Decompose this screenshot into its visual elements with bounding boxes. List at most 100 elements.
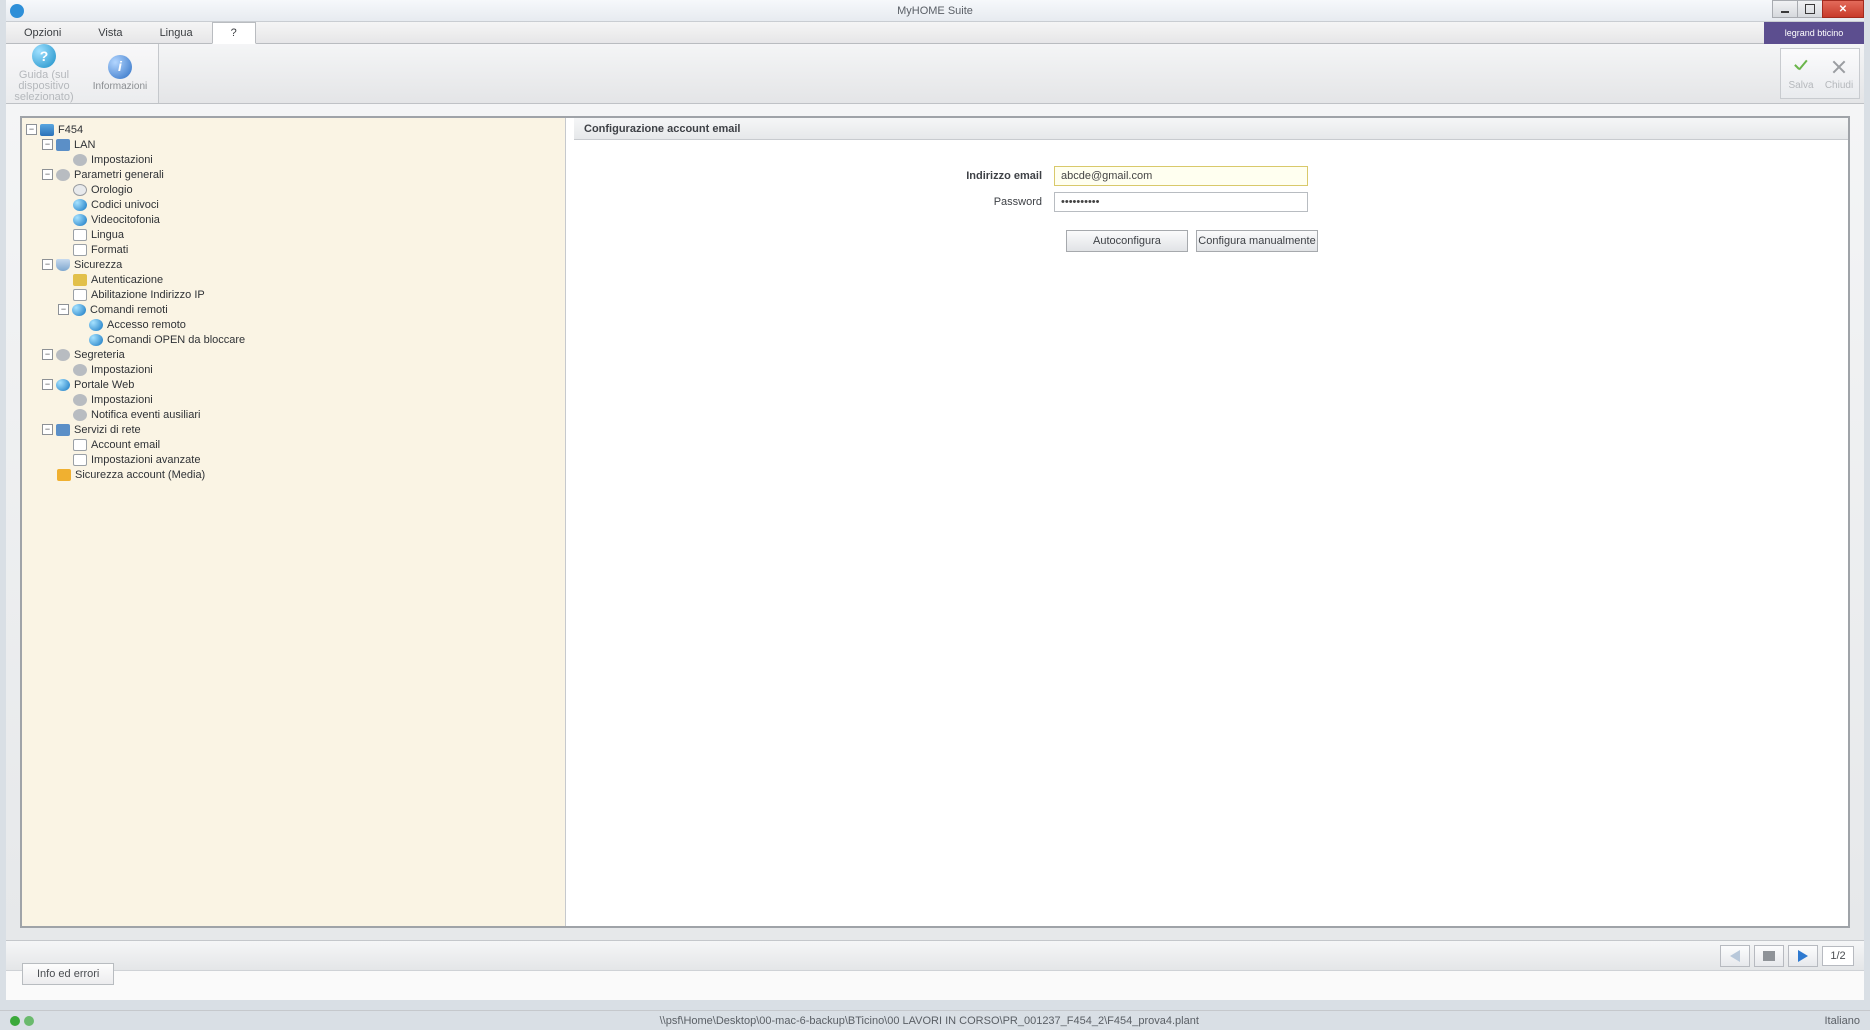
tree-item[interactable]: Orologio	[22, 182, 563, 197]
gear-icon	[73, 154, 87, 166]
tree-item-label: Segreteria	[74, 349, 125, 361]
collapse-icon[interactable]	[42, 424, 53, 435]
password-input[interactable]	[1054, 192, 1308, 212]
tree-item[interactable]: Impostazioni avanzate	[22, 452, 563, 467]
footer-nav: 1/2	[6, 940, 1864, 970]
lock-icon	[57, 469, 71, 481]
tree-item-label: Abilitazione Indirizzo IP	[91, 289, 205, 301]
tree-item[interactable]: Codici univoci	[22, 197, 563, 212]
tree-item[interactable]: Comandi OPEN da bloccare	[22, 332, 563, 347]
tree-item[interactable]: LAN	[22, 137, 563, 152]
navigation-tree[interactable]: F454 LAN Impostazioni Parametri generaliOro…	[22, 118, 566, 926]
collapse-icon[interactable]	[42, 259, 53, 270]
tree-item[interactable]: Account email	[22, 437, 563, 452]
globe-icon	[73, 199, 87, 211]
globe-icon	[72, 304, 86, 316]
gear-icon	[56, 349, 70, 361]
page-icon	[73, 244, 87, 256]
shield-icon	[56, 259, 70, 271]
email-label: Indirizzo email	[594, 170, 1054, 182]
tree-item[interactable]: Sicurezza account (Media)	[22, 467, 563, 482]
tree-item[interactable]: Formati	[22, 242, 563, 257]
tree-item[interactable]: Sicurezza	[22, 257, 563, 272]
form-header: Configurazione account email	[574, 118, 1848, 140]
close-button[interactable]: Chiudi	[1821, 51, 1857, 96]
page-indicator: 1/2	[1822, 946, 1854, 966]
tree-item-label: Accesso remoto	[107, 319, 186, 331]
close-window-button[interactable]	[1822, 0, 1864, 18]
menu-vista[interactable]: Vista	[80, 22, 141, 43]
tree-item-label: Comandi remoti	[90, 304, 168, 316]
tree-item[interactable]: Segreteria	[22, 347, 563, 362]
password-label: Password	[594, 196, 1054, 208]
tree-item-label: LAN	[74, 139, 95, 151]
tree-item[interactable]: Autenticazione	[22, 272, 563, 287]
gear-icon	[73, 394, 87, 406]
help-button[interactable]: Guida (suldispositivo selezionato)	[6, 44, 82, 103]
save-button[interactable]: Salva	[1783, 51, 1819, 96]
nav-back-button[interactable]	[1720, 945, 1750, 967]
status-dot2-icon	[24, 1016, 34, 1026]
tree-item[interactable]: Impostazioni	[22, 362, 563, 377]
collapse-icon[interactable]	[42, 349, 53, 360]
monitor-icon	[56, 139, 70, 151]
clock-icon	[73, 184, 87, 196]
tree-item[interactable]: Accesso remoto	[22, 317, 563, 332]
manual-configure-button[interactable]: Configura manualmente	[1196, 230, 1318, 252]
info-errors-tab[interactable]: Info ed errori	[22, 963, 114, 985]
form-panel: Configurazione account email Indirizzo e…	[574, 118, 1848, 926]
tree-item-label: Impostazioni	[91, 364, 153, 376]
ribbon-toolbar: Guida (suldispositivo selezionato) Infor…	[6, 44, 1864, 104]
menu-opzioni[interactable]: Opzioni	[6, 22, 80, 43]
menu-lingua[interactable]: Lingua	[142, 22, 212, 43]
info-icon	[108, 55, 132, 79]
collapse-icon[interactable]	[42, 379, 53, 390]
footer-tab-bar: Info ed errori	[6, 970, 1864, 1000]
globe-icon	[89, 319, 103, 331]
tree-item[interactable]: Impostazioni	[22, 392, 563, 407]
tree-item[interactable]: Lingua	[22, 227, 563, 242]
gear-icon	[73, 409, 87, 421]
globe-icon	[56, 379, 70, 391]
collapse-icon[interactable]	[26, 124, 37, 135]
tree-item[interactable]: Servizi di rete	[22, 422, 563, 437]
tree-item[interactable]: Impostazioni	[22, 152, 563, 167]
tree-item-label: Account email	[91, 439, 160, 451]
info-label: Informazioni	[93, 81, 147, 92]
tree-item-label: Lingua	[91, 229, 124, 241]
nav-home-button[interactable]	[1754, 945, 1784, 967]
window-title: MyHOME Suite	[6, 5, 1864, 17]
maximize-button[interactable]	[1797, 0, 1823, 18]
collapse-icon[interactable]	[42, 139, 53, 150]
info-button[interactable]: Informazioni	[82, 44, 158, 103]
menu-help[interactable]: ?	[212, 22, 256, 44]
tree-item[interactable]: F454	[22, 122, 563, 137]
tree-item-label: Impostazioni	[91, 154, 153, 166]
tree-item[interactable]: Portale Web	[22, 377, 563, 392]
gear-icon	[73, 364, 87, 376]
page-icon	[73, 454, 87, 466]
tree-item-label: Videocitofonia	[91, 214, 160, 226]
email-input[interactable]	[1054, 166, 1308, 186]
save-label: Salva	[1788, 80, 1813, 91]
tree-item[interactable]: Notifica eventi ausiliari	[22, 407, 563, 422]
tree-item[interactable]: Abilitazione Indirizzo IP	[22, 287, 563, 302]
tree-item[interactable]: Parametri generali	[22, 167, 563, 182]
status-path: \\psf\Home\Desktop\00-mac-6-backup\BTici…	[660, 1015, 1199, 1027]
close-icon	[1828, 56, 1850, 78]
status-language: Italiano	[1825, 1015, 1860, 1027]
minimize-button[interactable]	[1772, 0, 1798, 18]
tree-item[interactable]: Videocitofonia	[22, 212, 563, 227]
menu-bar: Opzioni Vista Lingua ? legrand bticino	[6, 22, 1864, 44]
nav-forward-button[interactable]	[1788, 945, 1818, 967]
title-bar: MyHOME Suite	[6, 0, 1864, 22]
collapse-icon[interactable]	[58, 304, 69, 315]
tree-item-label: Portale Web	[74, 379, 134, 391]
tree-item-label: Autenticazione	[91, 274, 163, 286]
close-label: Chiudi	[1825, 80, 1853, 91]
tree-item-label: Parametri generali	[74, 169, 164, 181]
autoconfigure-button[interactable]: Autoconfigura	[1066, 230, 1188, 252]
collapse-icon[interactable]	[42, 169, 53, 180]
device-icon	[40, 124, 54, 136]
tree-item[interactable]: Comandi remoti	[22, 302, 563, 317]
